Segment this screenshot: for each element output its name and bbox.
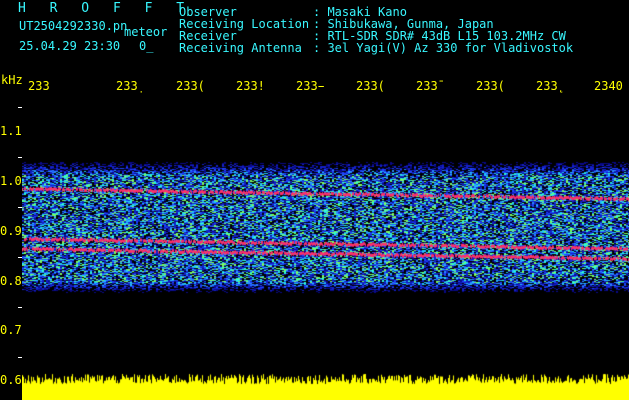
x-tick-label: 2340 — [594, 79, 623, 93]
spectrogram-plot — [22, 96, 629, 400]
y-tick-label: 0.7 — [0, 323, 22, 337]
y-tick-label: 1.1 — [0, 124, 22, 138]
app-title: H R O F F T — [18, 1, 193, 16]
y-tick-label: 0.6 — [0, 373, 22, 387]
x-tick-label: 233( — [176, 79, 205, 93]
antenna-value: : 3el Yagi(V) Az 330 for Vladivostok — [313, 41, 574, 55]
x-tick-label: 233̵ — [296, 79, 325, 93]
x-tick-label: 233( — [476, 79, 505, 93]
y-tick-label: 0.8 — [0, 274, 22, 288]
meteor-label: meteor — [124, 25, 168, 39]
axis-unit: kHz — [1, 73, 23, 87]
y-tick-label: 0.9 — [0, 224, 22, 238]
file-name: UT2504292330.pn — [19, 19, 128, 33]
x-tick-label: 233˛ — [536, 79, 565, 93]
x-tick-label: 233̄ — [416, 79, 438, 93]
y-tick-label: 1.0 — [0, 174, 22, 188]
date-time: 25.04.29 23:30 — [19, 39, 121, 53]
x-tick-label: 233̣ — [116, 79, 138, 93]
x-tick-label: 233( — [356, 79, 385, 93]
x-tick-label: 233 — [28, 79, 50, 93]
antenna-label: Receiving Antenna — [179, 41, 302, 55]
x-tick-label: 233! — [236, 79, 265, 93]
counter: 0_ — [139, 39, 154, 53]
